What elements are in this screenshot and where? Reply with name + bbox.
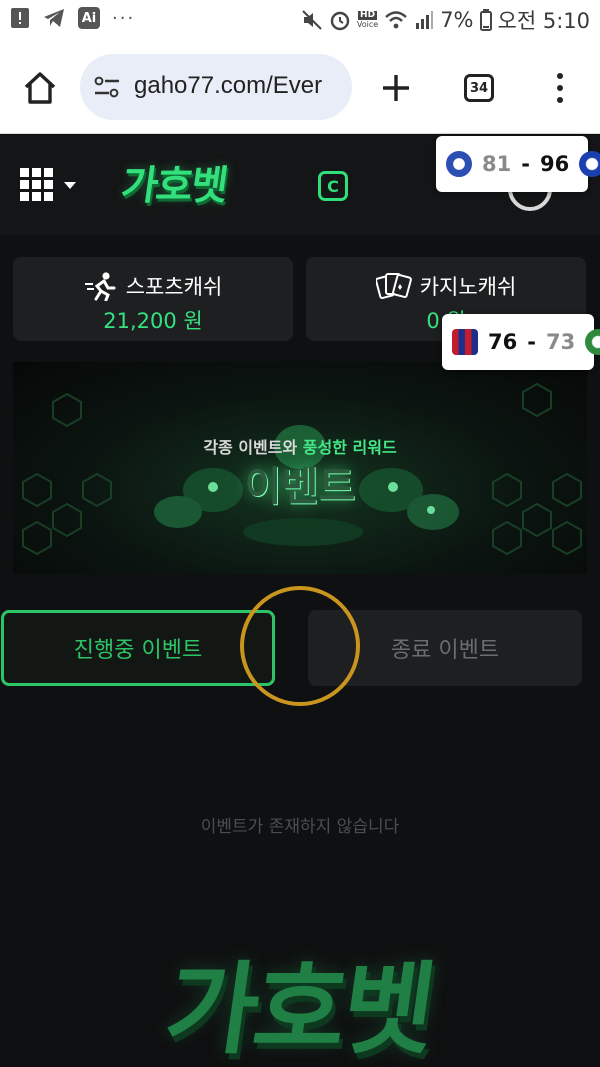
sports-cash-card[interactable]: 스포츠캐쉬 21,200 원: [13, 257, 293, 341]
telegram-icon: [44, 9, 64, 27]
wifi-icon: [385, 11, 407, 29]
site-logo[interactable]: 가호벳: [118, 153, 231, 211]
running-icon: [84, 272, 116, 301]
mute-icon: [302, 10, 322, 30]
copyright-icon[interactable]: C: [318, 171, 348, 201]
more-notifications-icon: ···: [112, 7, 136, 29]
sports-cash-value: 21,200 원: [103, 309, 203, 333]
sports-cash-label: 스포츠캐쉬: [125, 275, 223, 299]
footer-logo: 가호벳: [158, 951, 439, 1067]
away-score: 73: [545, 330, 576, 354]
home-score: 76: [488, 330, 518, 354]
casino-cash-label: 카지노캐쉬: [419, 275, 517, 299]
signal-icon: [416, 11, 434, 29]
event-banner: 각종 이벤트와 풍성한 리워드 이벤트: [13, 362, 587, 574]
battery-percent: 7%: [440, 8, 474, 32]
tab-ongoing-events[interactable]: 진행중 이벤트: [1, 610, 275, 686]
address-bar[interactable]: gaho77.com/Ever: [80, 54, 352, 120]
alert-icon: [11, 8, 29, 28]
url-text: gaho77.com/Ever: [134, 72, 323, 99]
score-popup[interactable]: 81 - 96: [436, 136, 600, 192]
site-settings-icon[interactable]: [94, 76, 120, 98]
status-bar: Ai ··· HD Voice 7% 오전 5:10: [0, 0, 600, 40]
browser-toolbar: gaho77.com/Ever 34: [0, 40, 600, 134]
tab-switcher-button[interactable]: 34: [464, 74, 494, 102]
playing-cards-icon: [375, 273, 412, 300]
grid-menu-icon[interactable]: [20, 168, 76, 202]
away-score: 96: [539, 152, 570, 176]
score-popup[interactable]: 76 - 73: [442, 314, 600, 370]
team-logo-icon: [585, 329, 600, 355]
battery-icon: [479, 9, 492, 31]
home-icon[interactable]: [20, 68, 60, 108]
clock: 오전 5:10: [497, 9, 590, 33]
score-separator: -: [521, 152, 530, 176]
team-logo-icon: [579, 151, 600, 177]
home-score: 81: [482, 152, 512, 176]
hd-voice-icon: HD Voice: [356, 10, 379, 30]
alarm-icon: [330, 11, 350, 31]
empty-state-message: 이벤트가 존재하지 않습니다: [200, 817, 400, 837]
team-logo-icon: [446, 151, 472, 177]
status-left: Ai ···: [10, 7, 135, 29]
banner-title: 이벤트: [244, 464, 356, 510]
new-tab-icon[interactable]: [376, 68, 416, 108]
overflow-menu-icon[interactable]: [548, 70, 572, 106]
status-right: HD Voice 7% 오전 5:10: [301, 5, 590, 35]
score-separator: -: [527, 330, 536, 354]
touch-indicator: [240, 586, 360, 706]
team-logo-icon: [452, 329, 478, 355]
ai-app-icon: Ai: [78, 7, 100, 29]
